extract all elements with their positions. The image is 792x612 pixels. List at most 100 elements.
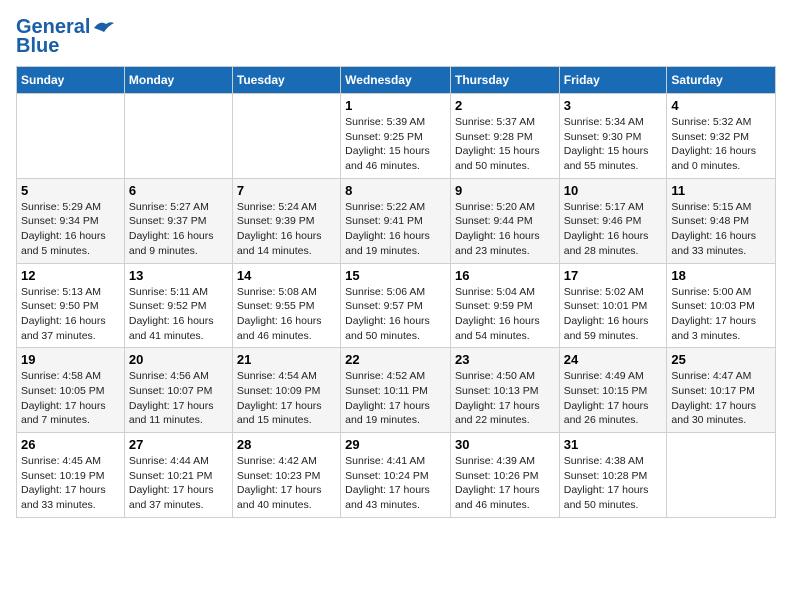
day-number: 30 — [455, 437, 555, 452]
calendar-cell: 12 Sunrise: 5:13 AM Sunset: 9:50 PM Dayli… — [17, 263, 125, 348]
day-info: Sunrise: 5:17 AM Sunset: 9:46 PM Dayligh… — [564, 200, 663, 259]
calendar-cell: 15 Sunrise: 5:06 AM Sunset: 9:57 PM Dayli… — [341, 263, 451, 348]
day-info: Sunrise: 4:44 AM Sunset: 10:21 PM Daylig… — [129, 454, 228, 513]
calendar-cell: 9 Sunrise: 5:20 AM Sunset: 9:44 PM Daylig… — [450, 178, 559, 263]
day-info: Sunrise: 5:11 AM Sunset: 9:52 PM Dayligh… — [129, 285, 228, 344]
day-number: 26 — [21, 437, 120, 452]
day-number: 4 — [671, 98, 771, 113]
day-number: 3 — [564, 98, 663, 113]
day-info: Sunrise: 4:54 AM Sunset: 10:09 PM Daylig… — [237, 369, 336, 428]
calendar-cell: 20 Sunrise: 4:56 AM Sunset: 10:07 PM Dayl… — [124, 348, 232, 433]
calendar-cell: 7Sunrise: 5:24 AM Sunset: 9:39 PM Daylig… — [232, 178, 340, 263]
calendar-cell: 28 Sunrise: 4:42 AM Sunset: 10:23 PM Dayl… — [232, 433, 340, 518]
calendar-cell: 8 Sunrise: 5:22 AM Sunset: 9:41 PM Daylig… — [341, 178, 451, 263]
calendar-cell: 26 Sunrise: 4:45 AM Sunset: 10:19 PM Dayl… — [17, 433, 125, 518]
day-info: Sunrise: 5:29 AM Sunset: 9:34 PM Dayligh… — [21, 200, 120, 259]
calendar-table: SundayMondayTuesdayWednesdayThursdayFrid… — [16, 66, 776, 518]
calendar-cell: 10Sunrise: 5:17 AM Sunset: 9:46 PM Dayli… — [559, 178, 667, 263]
weekday-header: Monday — [124, 67, 232, 94]
day-number: 9 — [455, 183, 555, 198]
day-number: 21 — [237, 352, 336, 367]
day-info: Sunrise: 4:58 AM Sunset: 10:05 PM Daylig… — [21, 369, 120, 428]
calendar-cell: 3 Sunrise: 5:34 AM Sunset: 9:30 PM Daylig… — [559, 94, 667, 179]
day-info: Sunrise: 5:32 AM Sunset: 9:32 PM Dayligh… — [671, 115, 771, 174]
day-number: 18 — [671, 268, 771, 283]
day-number: 27 — [129, 437, 228, 452]
calendar-cell: 17 Sunrise: 5:02 AM Sunset: 10:01 PM Dayl… — [559, 263, 667, 348]
day-number: 25 — [671, 352, 771, 367]
calendar-cell: 5 Sunrise: 5:29 AM Sunset: 9:34 PM Daylig… — [17, 178, 125, 263]
day-number: 23 — [455, 352, 555, 367]
day-number: 6 — [129, 183, 228, 198]
calendar-cell: 24Sunrise: 4:49 AM Sunset: 10:15 PM Dayl… — [559, 348, 667, 433]
day-info: Sunrise: 5:22 AM Sunset: 9:41 PM Dayligh… — [345, 200, 446, 259]
page-header: General Blue — [16, 16, 776, 58]
day-info: Sunrise: 5:27 AM Sunset: 9:37 PM Dayligh… — [129, 200, 228, 259]
day-number: 20 — [129, 352, 228, 367]
calendar-cell: 27 Sunrise: 4:44 AM Sunset: 10:21 PM Dayl… — [124, 433, 232, 518]
day-number: 12 — [21, 268, 120, 283]
day-number: 29 — [345, 437, 446, 452]
day-info: Sunrise: 5:37 AM Sunset: 9:28 PM Dayligh… — [455, 115, 555, 174]
day-info: Sunrise: 5:06 AM Sunset: 9:57 PM Dayligh… — [345, 285, 446, 344]
weekday-header: Friday — [559, 67, 667, 94]
calendar-cell: 25 Sunrise: 4:47 AM Sunset: 10:17 PM Dayl… — [667, 348, 776, 433]
day-number: 7 — [237, 183, 336, 198]
day-info: Sunrise: 4:56 AM Sunset: 10:07 PM Daylig… — [129, 369, 228, 428]
day-info: Sunrise: 5:02 AM Sunset: 10:01 PM Daylig… — [564, 285, 663, 344]
weekday-header: Wednesday — [341, 67, 451, 94]
day-number: 22 — [345, 352, 446, 367]
day-info: Sunrise: 4:50 AM Sunset: 10:13 PM Daylig… — [455, 369, 555, 428]
calendar-cell — [124, 94, 232, 179]
calendar-cell: 18 Sunrise: 5:00 AM Sunset: 10:03 PM Dayl… — [667, 263, 776, 348]
day-number: 2 — [455, 98, 555, 113]
day-info: Sunrise: 4:38 AM Sunset: 10:28 PM Daylig… — [564, 454, 663, 513]
day-info: Sunrise: 5:34 AM Sunset: 9:30 PM Dayligh… — [564, 115, 663, 174]
logo-bird-icon — [92, 20, 114, 36]
day-number: 17 — [564, 268, 663, 283]
day-info: Sunrise: 5:04 AM Sunset: 9:59 PM Dayligh… — [455, 285, 555, 344]
logo-blue: Blue — [16, 35, 59, 58]
day-number: 24 — [564, 352, 663, 367]
calendar-cell — [667, 433, 776, 518]
day-number: 14 — [237, 268, 336, 283]
day-info: Sunrise: 4:41 AM Sunset: 10:24 PM Daylig… — [345, 454, 446, 513]
day-info: Sunrise: 5:20 AM Sunset: 9:44 PM Dayligh… — [455, 200, 555, 259]
calendar-cell: 29 Sunrise: 4:41 AM Sunset: 10:24 PM Dayl… — [341, 433, 451, 518]
calendar-cell: 16 Sunrise: 5:04 AM Sunset: 9:59 PM Dayli… — [450, 263, 559, 348]
day-number: 19 — [21, 352, 120, 367]
calendar-cell: 22 Sunrise: 4:52 AM Sunset: 10:11 PM Dayl… — [341, 348, 451, 433]
calendar-cell: 23 Sunrise: 4:50 AM Sunset: 10:13 PM Dayl… — [450, 348, 559, 433]
calendar-cell: 11Sunrise: 5:15 AM Sunset: 9:48 PM Dayli… — [667, 178, 776, 263]
calendar-cell: 30Sunrise: 4:39 AM Sunset: 10:26 PM Dayl… — [450, 433, 559, 518]
day-info: Sunrise: 5:39 AM Sunset: 9:25 PM Dayligh… — [345, 115, 446, 174]
day-number: 8 — [345, 183, 446, 198]
calendar-cell: 1 Sunrise: 5:39 AM Sunset: 9:25 PM Daylig… — [341, 94, 451, 179]
day-number: 1 — [345, 98, 446, 113]
day-info: Sunrise: 5:13 AM Sunset: 9:50 PM Dayligh… — [21, 285, 120, 344]
calendar-cell: 19 Sunrise: 4:58 AM Sunset: 10:05 PM Dayl… — [17, 348, 125, 433]
day-number: 28 — [237, 437, 336, 452]
day-info: Sunrise: 5:00 AM Sunset: 10:03 PM Daylig… — [671, 285, 771, 344]
calendar-cell — [232, 94, 340, 179]
logo: General Blue — [16, 16, 114, 58]
calendar-cell: 14Sunrise: 5:08 AM Sunset: 9:55 PM Dayli… — [232, 263, 340, 348]
day-info: Sunrise: 5:15 AM Sunset: 9:48 PM Dayligh… — [671, 200, 771, 259]
day-number: 16 — [455, 268, 555, 283]
day-info: Sunrise: 4:45 AM Sunset: 10:19 PM Daylig… — [21, 454, 120, 513]
day-info: Sunrise: 4:42 AM Sunset: 10:23 PM Daylig… — [237, 454, 336, 513]
calendar-cell — [17, 94, 125, 179]
calendar-cell: 6 Sunrise: 5:27 AM Sunset: 9:37 PM Daylig… — [124, 178, 232, 263]
calendar-cell: 4 Sunrise: 5:32 AM Sunset: 9:32 PM Daylig… — [667, 94, 776, 179]
day-number: 5 — [21, 183, 120, 198]
calendar-cell: 2 Sunrise: 5:37 AM Sunset: 9:28 PM Daylig… — [450, 94, 559, 179]
day-number: 13 — [129, 268, 228, 283]
calendar-cell: 13 Sunrise: 5:11 AM Sunset: 9:52 PM Dayli… — [124, 263, 232, 348]
calendar-cell: 31 Sunrise: 4:38 AM Sunset: 10:28 PM Dayl… — [559, 433, 667, 518]
day-info: Sunrise: 4:52 AM Sunset: 10:11 PM Daylig… — [345, 369, 446, 428]
day-number: 15 — [345, 268, 446, 283]
weekday-header: Saturday — [667, 67, 776, 94]
calendar-cell: 21 Sunrise: 4:54 AM Sunset: 10:09 PM Dayl… — [232, 348, 340, 433]
day-info: Sunrise: 4:47 AM Sunset: 10:17 PM Daylig… — [671, 369, 771, 428]
day-number: 31 — [564, 437, 663, 452]
